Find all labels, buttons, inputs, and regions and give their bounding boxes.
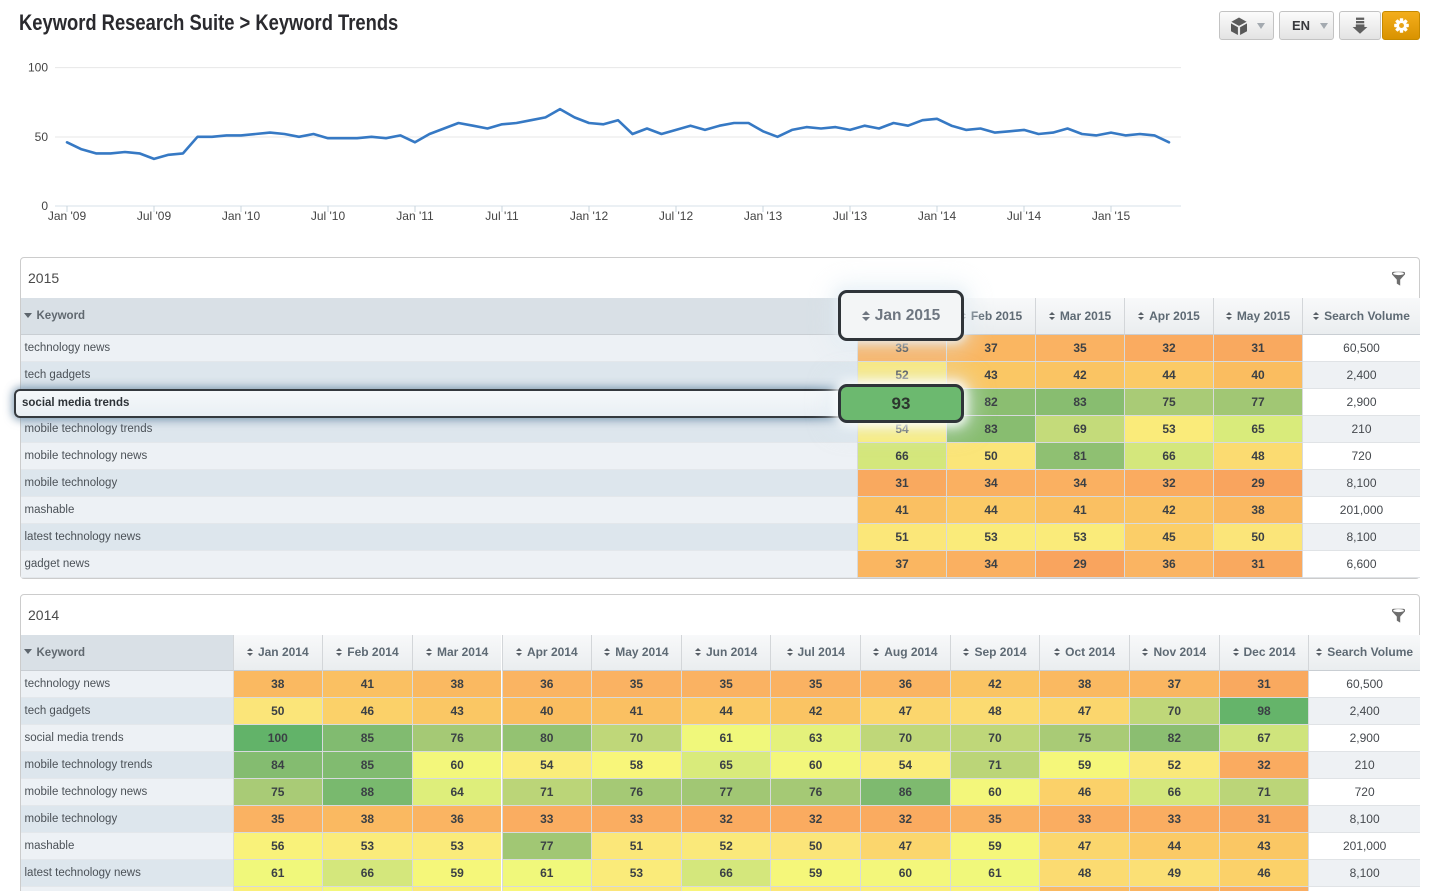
svg-text:100: 100 xyxy=(28,61,48,75)
svg-text:Jul '09: Jul '09 xyxy=(137,209,172,223)
svg-text:50: 50 xyxy=(35,130,49,144)
svg-text:Jul '14: Jul '14 xyxy=(1007,209,1042,223)
svg-text:Jan '14: Jan '14 xyxy=(918,209,957,223)
svg-text:Jan '10: Jan '10 xyxy=(222,209,261,223)
svg-text:Jan '11: Jan '11 xyxy=(396,209,434,223)
svg-text:Jul '10: Jul '10 xyxy=(311,209,346,223)
svg-text:Jan '12: Jan '12 xyxy=(570,209,609,223)
svg-text:Jan '13: Jan '13 xyxy=(744,209,783,223)
svg-text:Jan '09: Jan '09 xyxy=(48,209,87,223)
svg-text:Jul '12: Jul '12 xyxy=(659,209,694,223)
svg-text:Jul '13: Jul '13 xyxy=(833,209,868,223)
svg-text:Jul '11: Jul '11 xyxy=(485,209,519,223)
svg-text:Jan '15: Jan '15 xyxy=(1092,209,1131,223)
